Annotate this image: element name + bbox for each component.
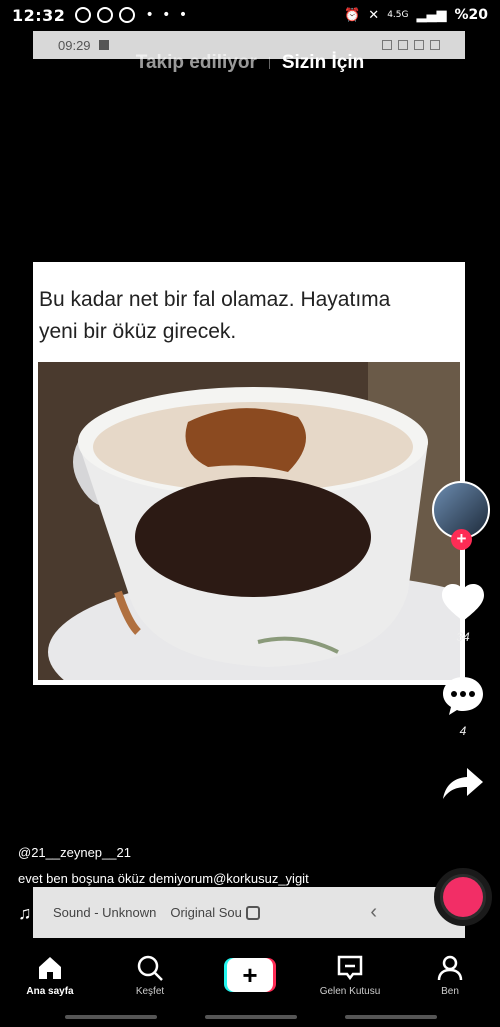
gesture-handle-center	[205, 1015, 297, 1019]
share-button[interactable]	[438, 766, 488, 807]
tab-for-you[interactable]: Sizin İçin	[282, 52, 364, 74]
meme-caption-line-1: Bu kadar net bir fal olamaz. Hayatıma	[39, 288, 391, 311]
post-username[interactable]: @21__zeynep__21	[18, 845, 131, 860]
comment-button[interactable]: 4	[438, 675, 488, 738]
alarm-icon: ⏰	[344, 7, 361, 23]
mute-icon: ✕	[368, 7, 380, 23]
creator-avatar-wrap[interactable]: +	[432, 481, 490, 550]
nav-home-label: Ana sayfa	[26, 985, 74, 997]
nav-inbox-label: Gelen Kutusu	[319, 985, 381, 997]
music-disc-button[interactable]	[434, 868, 492, 926]
inner-back-icon: ‹	[370, 901, 377, 923]
inner-mute-icon	[398, 40, 408, 50]
coffee-cup-photo	[38, 362, 460, 680]
music-disc-icon	[443, 877, 483, 917]
music-sound-label: Sound - Unknown	[53, 905, 157, 920]
chrome-icon	[97, 7, 114, 23]
inner-alarm-icon	[382, 40, 392, 50]
meme-caption: Bu kadar net bir fal olamaz. Hayatıma ye…	[33, 262, 465, 348]
inbox-icon	[337, 955, 363, 980]
music-note-icon: ♫	[18, 903, 32, 923]
music-bar[interactable]: Sound - Unknown Original Sou ‹	[33, 887, 465, 938]
feed-tabs: Takip ediliyor Sizin İçin	[0, 52, 500, 74]
tab-following[interactable]: Takip ediliyor	[136, 52, 257, 74]
like-count: 34	[456, 630, 470, 644]
more-notifications-icon: • • •	[145, 7, 190, 23]
inner-wifi-icon	[414, 40, 424, 50]
message-icon	[75, 7, 92, 23]
video-content[interactable]: Bu kadar net bir fal olamaz. Hayatıma ye…	[33, 262, 465, 685]
whatsapp-icon	[119, 7, 136, 23]
create-button[interactable]: +	[224, 958, 276, 992]
gesture-handle-right	[345, 1015, 437, 1019]
post-description: evet ben boşuna öküz demiyorum@korkusuz_…	[18, 871, 309, 886]
search-icon	[137, 955, 163, 981]
like-button[interactable]: 34	[438, 583, 488, 644]
network-type: 4.5G	[387, 10, 409, 20]
follow-plus-icon[interactable]: +	[451, 529, 472, 550]
comment-count: 4	[459, 724, 467, 738]
bottom-navigation: Ana sayfa Keşfet + Gelen Kutusu Ben	[0, 940, 500, 1010]
tab-divider	[268, 57, 270, 69]
profile-icon	[437, 955, 463, 980]
nav-create[interactable]: +	[200, 958, 300, 992]
meme-caption-line-2: yeni bir öküz girecek.	[39, 320, 237, 343]
inner-notification-icon	[98, 40, 109, 50]
share-arrow-icon	[443, 768, 483, 799]
gesture-handle-left	[65, 1015, 157, 1019]
nav-me[interactable]: Ben	[400, 954, 500, 997]
status-bar: 12:32 • • • ⏰ ✕ 4.5G ▂▄▆ %20	[0, 0, 500, 30]
nav-discover-label: Keşfet	[135, 985, 165, 997]
plus-icon: +	[227, 958, 273, 992]
nav-me-label: Ben	[441, 985, 459, 997]
nav-discover[interactable]: Keşfet	[100, 954, 200, 997]
nav-home[interactable]: Ana sayfa	[0, 954, 100, 997]
inner-square-icon	[245, 905, 260, 920]
battery-level: %20	[454, 7, 488, 23]
nav-inbox[interactable]: Gelen Kutusu	[300, 954, 400, 997]
heart-icon	[442, 584, 484, 621]
music-original-label: Original Sou	[170, 905, 242, 920]
comment-icon	[443, 677, 483, 715]
home-icon	[39, 956, 61, 979]
signal-icon: ▂▄▆	[416, 7, 447, 23]
status-time: 12:32	[12, 5, 66, 25]
inner-status-time: 09:29	[58, 37, 91, 53]
inner-battery-icon	[430, 40, 440, 50]
